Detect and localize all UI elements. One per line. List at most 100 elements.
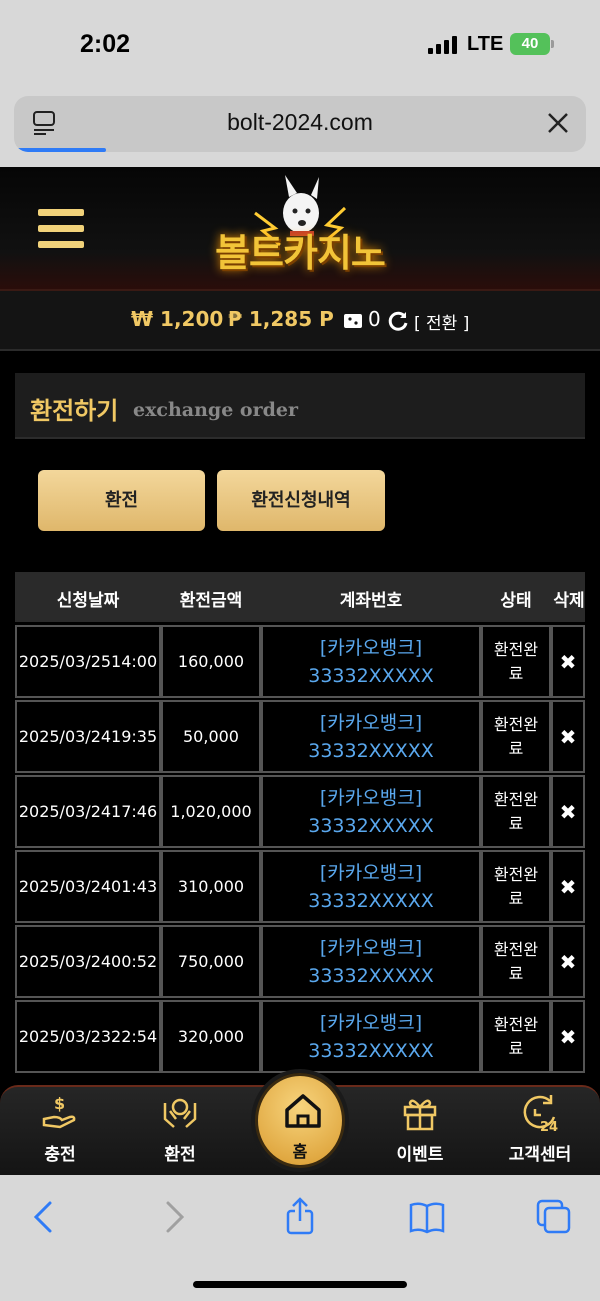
svg-text:24: 24 <box>540 1120 558 1133</box>
coupon-icon <box>344 314 362 328</box>
logo-text: 볼트카지노 <box>215 231 386 275</box>
exchange-history-button[interactable]: 환전신청내역 <box>217 470 385 531</box>
nav-charge[interactable]: $ 충전 <box>0 1087 120 1177</box>
header-amount: 환전금액 <box>179 591 243 611</box>
cell-amount: 310,000 <box>161 850 261 923</box>
cell-amount: 750,000 <box>161 925 261 998</box>
cell-date: 2025/03/24 17:46 <box>15 775 161 848</box>
bookmarks-icon[interactable] <box>407 1197 447 1237</box>
account-number[interactable]: 33332XXXXX <box>308 815 434 837</box>
time-text: 00:52 <box>111 951 158 971</box>
cell-account[interactable]: [카카오뱅크] 33332XXXXX <box>261 625 481 698</box>
header-account: 계좌번호 <box>339 591 403 611</box>
nav-home-button[interactable]: 홈 <box>255 1073 345 1168</box>
bank-name[interactable]: [카카오뱅크] <box>320 1012 422 1034</box>
delete-button[interactable]: ✖ <box>551 775 585 848</box>
signal-icon <box>428 36 460 54</box>
home-indicator <box>193 1281 407 1288</box>
cell-account[interactable]: [카카오뱅크] 33332XXXXX <box>261 925 481 998</box>
battery-icon: 40 <box>510 33 550 55</box>
account-number[interactable]: 33332XXXXX <box>308 965 434 987</box>
nav-exchange-label: 환전 <box>164 1145 196 1165</box>
network-label: LTE <box>467 33 504 55</box>
site-logo[interactable]: 볼트카지노 <box>195 173 405 285</box>
cell-status: 환전완료 <box>481 925 551 998</box>
date-text: 2025/03/24 <box>18 801 112 821</box>
bank-name[interactable]: [카카오뱅크] <box>320 787 422 809</box>
coupon-count: 0 <box>368 307 381 331</box>
exchange-button[interactable]: 환전 <box>38 470 205 531</box>
nav-support-label: 고객센터 <box>508 1145 572 1165</box>
delete-icon[interactable]: ✖ <box>560 725 577 749</box>
cell-amount: 160,000 <box>161 625 261 698</box>
exchange-panel-header: 환전하기 exchange order <box>15 373 585 439</box>
nav-support[interactable]: 24 고객센터 <box>480 1087 600 1177</box>
forward-icon[interactable] <box>154 1197 194 1237</box>
delete-button[interactable]: ✖ <box>551 1000 585 1073</box>
money-hand-icon: $ <box>42 1094 76 1129</box>
table-row: 2025/03/24 17:46 1,020,000 [카카오뱅크] 33332XXXX… <box>15 775 585 850</box>
back-icon[interactable] <box>24 1197 64 1237</box>
switch-button[interactable]: [ 전환 ] <box>414 309 469 334</box>
gift-icon <box>403 1099 437 1131</box>
cell-status: 환전완료 <box>481 775 551 848</box>
nav-event[interactable]: 이벤트 <box>360 1087 480 1177</box>
refresh-icon[interactable] <box>386 309 410 333</box>
account-number[interactable]: 33332XXXXX <box>308 1040 434 1062</box>
bank-name[interactable]: [카카오뱅크] <box>320 712 422 734</box>
delete-button[interactable]: ✖ <box>551 850 585 923</box>
cell-date: 2025/03/24 00:52 <box>15 925 161 998</box>
cell-amount: 1,020,000 <box>161 775 261 848</box>
delete-icon[interactable]: ✖ <box>560 800 577 824</box>
cell-status: 환전완료 <box>481 625 551 698</box>
address-bar[interactable]: bolt-2024.com <box>14 96 586 152</box>
cell-status: 환전완료 <box>481 700 551 773</box>
nav-home-label: 홈 <box>292 1142 308 1161</box>
home-icon <box>285 1094 321 1128</box>
delete-button[interactable]: ✖ <box>551 925 585 998</box>
table-row: 2025/03/24 01:43 310,000 [카카오뱅크] 33332XXXXX 환… <box>15 850 585 925</box>
cell-account[interactable]: [카카오뱅크] 33332XXXXX <box>261 850 481 923</box>
delete-button[interactable]: ✖ <box>551 625 585 698</box>
table-header: 신청날짜 환전금액 계좌번호 상태 삭제 <box>15 572 585 622</box>
header-delete: 삭제 <box>553 591 585 611</box>
date-text: 2025/03/23 <box>18 1026 112 1046</box>
tabs-icon[interactable] <box>534 1197 574 1237</box>
header-status: 상태 <box>500 591 532 611</box>
account-number[interactable]: 33332XXXXX <box>308 890 434 912</box>
bank-name[interactable]: [카카오뱅크] <box>320 637 422 659</box>
close-icon[interactable] <box>546 111 570 135</box>
share-icon[interactable] <box>280 1197 320 1237</box>
status-bar: 2:02 LTE 40 <box>0 0 600 88</box>
delete-icon[interactable]: ✖ <box>560 1025 577 1049</box>
date-text: 2025/03/25 <box>18 651 112 671</box>
account-number[interactable]: 33332XXXXX <box>308 665 434 687</box>
delete-icon[interactable]: ✖ <box>560 875 577 899</box>
cell-status: 환전완료 <box>481 850 551 923</box>
bank-name[interactable]: [카카오뱅크] <box>320 937 422 959</box>
delete-icon[interactable]: ✖ <box>560 650 577 674</box>
balance-bar: ₩ 1,200 ₱ 1,285 P 0 [ 전환 ] <box>0 291 600 351</box>
cell-account[interactable]: [카카오뱅크] 33332XXXXX <box>261 700 481 773</box>
delete-button[interactable]: ✖ <box>551 700 585 773</box>
date-text: 2025/03/24 <box>18 876 112 896</box>
nav-charge-label: 충전 <box>44 1145 76 1165</box>
table-row: 2025/03/24 00:52 750,000 [카카오뱅크] 33332XXXXX 환… <box>15 925 585 1000</box>
status-time: 2:02 <box>80 30 131 58</box>
page-title: 환전하기 <box>30 397 119 425</box>
url-text[interactable]: bolt-2024.com <box>14 109 586 136</box>
menu-icon[interactable] <box>38 209 84 249</box>
cell-date: 2025/03/25 14:00 <box>15 625 161 698</box>
table-row: 2025/03/25 14:00 160,000 [카카오뱅크] 33332XXXXX 환… <box>15 625 585 700</box>
browser-address-area: bolt-2024.com <box>0 88 600 167</box>
nav-exchange[interactable]: 환전 <box>120 1087 240 1177</box>
account-number[interactable]: 33332XXXXX <box>308 740 434 762</box>
delete-icon[interactable]: ✖ <box>560 950 577 974</box>
date-text: 2025/03/24 <box>18 726 112 746</box>
cell-account[interactable]: [카카오뱅크] 33332XXXXX <box>261 1000 481 1073</box>
battery-cap <box>551 40 554 48</box>
bank-name[interactable]: [카카오뱅크] <box>320 862 422 884</box>
cell-amount: 320,000 <box>161 1000 261 1073</box>
time-text: 01:43 <box>111 876 158 896</box>
cell-account[interactable]: [카카오뱅크] 33332XXXXX <box>261 775 481 848</box>
